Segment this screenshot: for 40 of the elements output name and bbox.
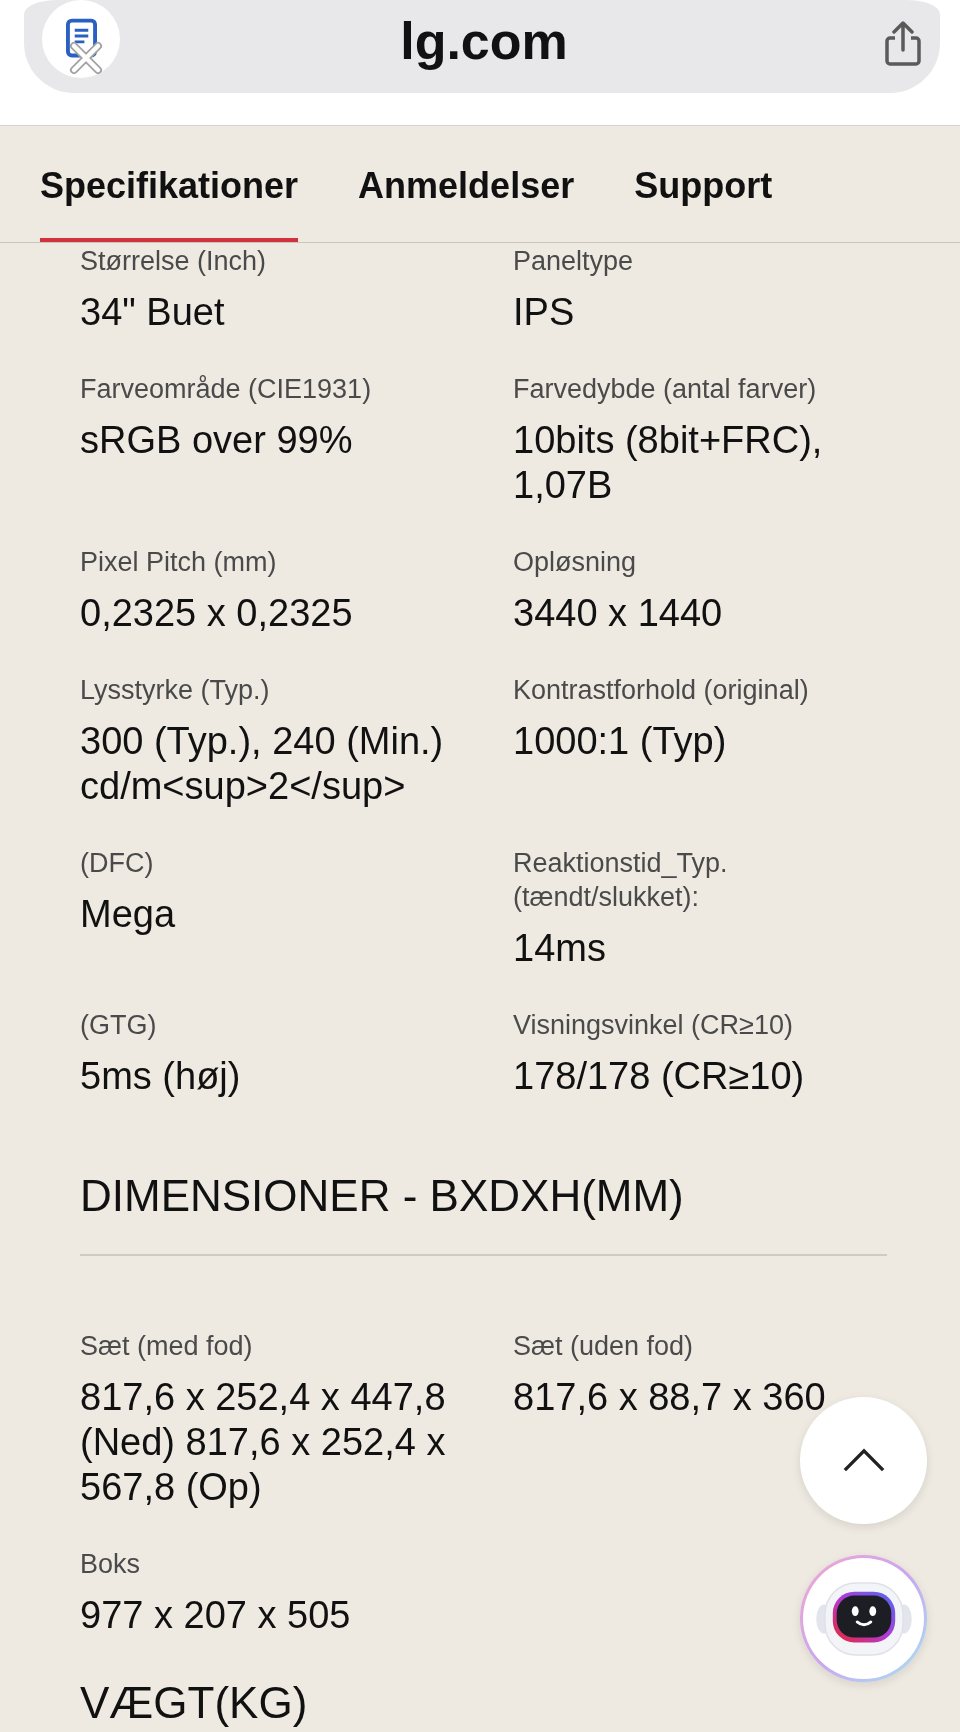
spec-value: sRGB over 99% (80, 418, 354, 463)
spec-label: (DFC) (80, 847, 155, 880)
spec-label: Visningsvinkel (CR≥10) (513, 1009, 794, 1042)
spec-value: 5ms (høj) (80, 1054, 242, 1099)
robot-icon (814, 1579, 913, 1658)
address-bar[interactable]: lg.com (24, 0, 940, 93)
tab[interactable]: Specifikationer (40, 164, 299, 242)
section-heading: DIMENSIONER - BXDXH(MM) (79, 1171, 685, 1221)
spec-label: Sæt (med fod) (80, 1330, 254, 1363)
spec-value: 178/178 (CR≥10) (513, 1054, 806, 1099)
spec-label: Størrelse (Inch) (80, 245, 268, 278)
spec-value: 817,6 x 252,4 x 447,8 (Ned) 817,6 x 252,4 x 567,8 (Op) (80, 1375, 447, 1510)
tab[interactable]: Anmeldelser (358, 164, 575, 242)
spec-label: Sæt (uden fod) (513, 1330, 695, 1363)
spec-label: (GTG) (80, 1009, 158, 1042)
spec-value: IPS (513, 290, 576, 335)
spec-value: Mega (80, 892, 177, 937)
spec-value: 977 x 207 x 505 (80, 1593, 352, 1638)
spec-value: 10bits (8bit+FRC), 1,07B (513, 418, 824, 508)
spec-value: 817,6 x 88,7 x 360 (513, 1375, 827, 1420)
close-icon (69, 41, 103, 75)
tab[interactable]: Support (634, 164, 773, 242)
spec-value: 0,2325 x 0,2325 (80, 591, 354, 636)
section-heading: VÆGT(KG) (79, 1678, 309, 1728)
spec-value: 14ms (513, 926, 607, 971)
spec-value: 3440 x 1440 (513, 591, 724, 636)
spec-value: 34" Buet (80, 290, 226, 335)
chevron-up-icon (841, 1448, 886, 1473)
spec-value: 1000:1 (Typ) (513, 719, 728, 764)
spec-label: Pixel Pitch (mm) (80, 546, 278, 579)
spec-label: Paneltype (513, 245, 635, 278)
spec-label: Reaktionstid_Typ. (tændt/slukket): (513, 847, 729, 914)
spec-value: 300 (Typ.), 240 (Min.) cd/m<sup>2</sup> (80, 719, 445, 809)
spec-label: Boks (80, 1548, 142, 1581)
spec-label: Lysstyrke (Typ.) (80, 674, 271, 707)
spec-label: Kontrastforhold (original) (513, 674, 810, 707)
spec-label: Farveområde (CIE1931) (80, 373, 373, 406)
address-text: lg.com (400, 10, 568, 71)
spec-label: Farvedybde (antal farver) (513, 373, 818, 406)
spec-label: Opløsning (513, 546, 638, 579)
